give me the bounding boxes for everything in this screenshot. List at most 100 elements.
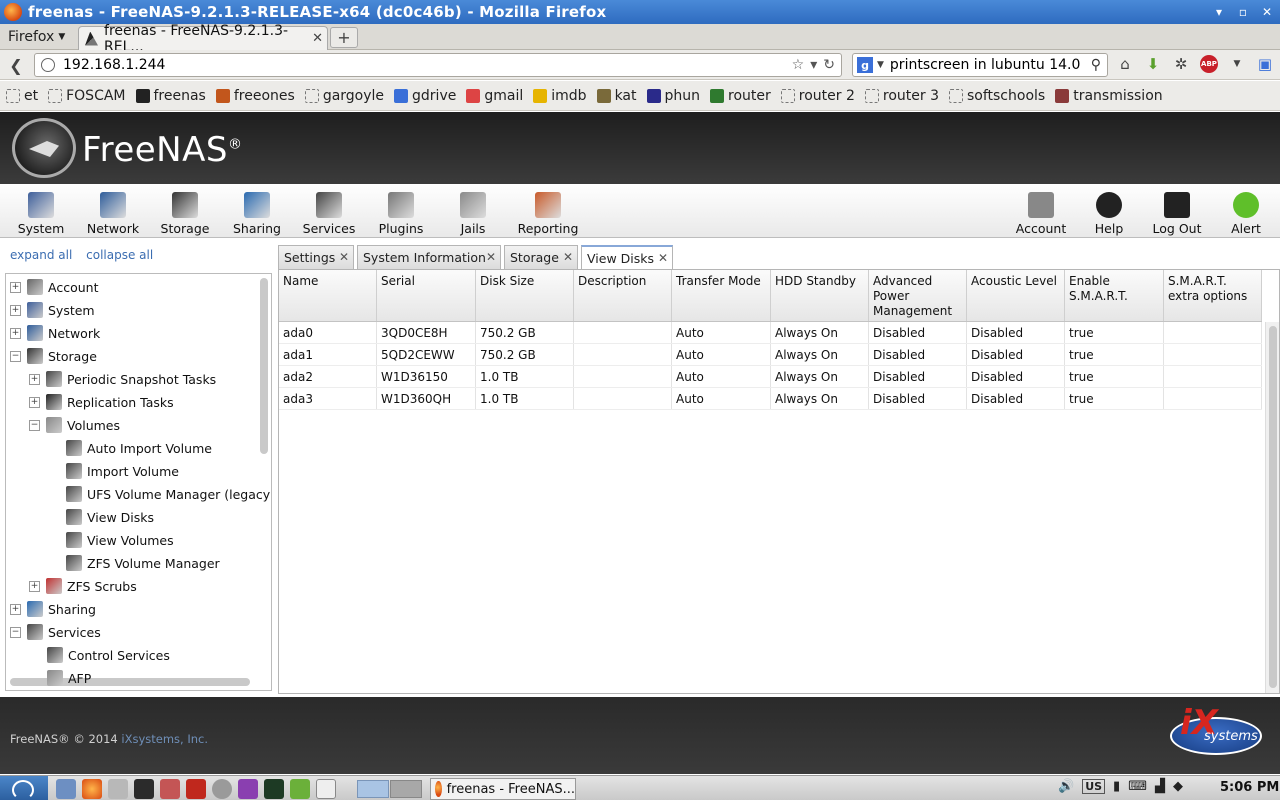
collapse-icon[interactable]: − [10, 626, 21, 638]
search-tool-icon[interactable] [108, 779, 128, 799]
expand-icon[interactable]: + [29, 396, 40, 408]
volume-icon[interactable]: 🔊 [1058, 779, 1074, 794]
bookmark-item[interactable]: kat [596, 88, 637, 104]
keyboard-icon[interactable]: ⌨ [1128, 779, 1147, 794]
expand-icon[interactable]: + [29, 373, 40, 385]
search-input[interactable] [889, 57, 1080, 73]
tab-view-disks[interactable]: View Disks ✕ [581, 245, 673, 270]
column-header[interactable]: S.M.A.R.T. extra options [1164, 270, 1262, 321]
tree-item[interactable]: Import Volume [66, 461, 179, 481]
collapse-all-link[interactable]: collapse all [86, 248, 153, 262]
expand-icon[interactable]: + [10, 327, 21, 339]
maximize-icon[interactable]: ▫ [1232, 2, 1254, 22]
bookmark-item[interactable]: freenas [135, 88, 206, 104]
bookmark-item[interactable]: transmission [1055, 88, 1163, 104]
bookmark-item[interactable]: gdrive [394, 88, 456, 104]
dropbox-icon[interactable]: ◆ [1173, 779, 1183, 794]
adblock-icon[interactable]: ABP [1200, 55, 1218, 73]
tree-item[interactable]: ZFS Volume Manager [66, 553, 220, 573]
column-header[interactable]: Name [279, 270, 377, 321]
bookmark-item[interactable]: gmail [466, 88, 523, 104]
firefox-launcher-icon[interactable] [82, 779, 102, 799]
tree-vertical-scrollbar[interactable] [260, 278, 268, 454]
table-row[interactable]: ada1 5QD2CEWW 750.2 GB Auto Always On Disable… [279, 344, 1262, 366]
system-monitor-icon[interactable] [264, 779, 284, 799]
expand-icon[interactable]: + [10, 304, 21, 316]
column-header[interactable]: Disk Size [476, 270, 574, 321]
url-input[interactable] [63, 57, 763, 73]
workspace-1[interactable] [357, 780, 389, 798]
tree-item[interactable]: + Network [10, 323, 100, 343]
file-manager-icon[interactable] [56, 779, 76, 799]
tree-item[interactable]: + Account [10, 277, 98, 297]
tree-item[interactable]: View Disks [66, 507, 154, 527]
workspace-2[interactable] [390, 780, 422, 798]
reload-icon[interactable]: ↻ [823, 57, 835, 73]
network-tool-icon[interactable] [290, 779, 310, 799]
toolbar-alert-button[interactable]: Alert [1224, 188, 1268, 236]
bookmark-item[interactable]: router [710, 88, 771, 104]
column-header[interactable]: Serial [377, 270, 476, 321]
tab-settings[interactable]: Settings ✕ [278, 245, 354, 269]
keyboard-layout[interactable]: US [1082, 779, 1106, 794]
tree-item[interactable]: + Sharing [10, 599, 96, 619]
toolbar-plugins-button[interactable]: Plugins [372, 188, 430, 236]
column-header[interactable]: Acoustic Level [967, 270, 1065, 321]
search-engine-dropdown-icon[interactable]: ▼ [877, 60, 884, 70]
bookmark-item[interactable]: FOSCAM [48, 88, 126, 104]
bookmark-item[interactable]: gargoyle [304, 88, 384, 104]
home-icon[interactable]: ⌂ [1116, 54, 1134, 74]
grid-scroll-thumb[interactable] [1269, 326, 1277, 688]
toolbar-jails-button[interactable]: Jails [444, 188, 502, 236]
bookmark-item[interactable]: softschools [948, 88, 1045, 104]
expand-icon[interactable]: + [29, 580, 40, 592]
bookmark-star-icon[interactable]: ☆ [792, 57, 805, 73]
tree-item[interactable]: − Services [10, 622, 101, 642]
extension-icon[interactable]: ▣ [1256, 54, 1274, 74]
close-tab-icon[interactable]: ✕ [486, 250, 496, 264]
tab-storage[interactable]: Storage ✕ [504, 245, 578, 269]
tree-item[interactable]: Control Services [47, 645, 170, 665]
grid-scrollbar[interactable] [1265, 322, 1279, 693]
text-editor-icon[interactable] [316, 779, 336, 799]
tree-item[interactable]: UFS Volume Manager (legacy) [66, 484, 271, 504]
bookmark-item[interactable]: router 3 [864, 88, 939, 104]
toolbar-sharing-button[interactable]: Sharing [228, 188, 286, 236]
close-tab-icon[interactable]: ✕ [339, 250, 349, 264]
minimize-icon[interactable]: ▾ [1208, 2, 1230, 22]
abp-dropdown-icon[interactable]: ▼ [1228, 54, 1246, 74]
terminal-icon[interactable] [134, 779, 154, 799]
tree-item[interactable]: − Storage [10, 346, 97, 366]
tree-item[interactable]: View Volumes [66, 530, 174, 550]
ixsystems-link[interactable]: iXsystems, Inc. [121, 732, 208, 746]
back-arrow-icon[interactable]: ❮ [6, 55, 26, 75]
search-bar[interactable]: g ▼ ⚲ [852, 53, 1108, 77]
calculator-icon[interactable] [160, 779, 180, 799]
tree-item[interactable]: + ZFS Scrubs [29, 576, 137, 596]
column-header[interactable]: Enable S.M.A.R.T. [1065, 270, 1164, 321]
column-header[interactable]: Transfer Mode [672, 270, 771, 321]
bookmark-item[interactable]: router 2 [780, 88, 855, 104]
search-icon[interactable]: ⚲ [1091, 57, 1101, 73]
browser-tab[interactable]: freenas - FreeNAS-9.2.1.3-REL... ✕ [78, 23, 328, 55]
column-header[interactable]: HDD Standby [771, 270, 869, 321]
table-row[interactable]: ada0 3QD0CE8H 750.2 GB Auto Always On Disable… [279, 322, 1262, 344]
table-row[interactable]: ada2 W1D36150 1.0 TB Auto Always On Disabled D… [279, 366, 1262, 388]
tree-horizontal-scrollbar[interactable] [10, 678, 250, 686]
start-menu-icon[interactable] [0, 776, 48, 800]
close-tab-icon[interactable]: ✕ [312, 31, 323, 46]
address-bar[interactable]: ☆ ▾ ↻ [34, 53, 842, 77]
history-dropdown-icon[interactable]: ▾ [810, 57, 817, 73]
close-tab-icon[interactable]: ✕ [563, 250, 573, 264]
tree-item[interactable]: − Volumes [29, 415, 120, 435]
toolbar-help-button[interactable]: Help [1086, 188, 1132, 236]
network-signal-icon[interactable]: ▟ [1155, 779, 1165, 794]
bookmark-item[interactable]: et [6, 88, 38, 104]
table-row[interactable]: ada3 W1D360QH 1.0 TB Auto Always On Disabled D… [279, 388, 1262, 410]
column-header[interactable]: Description [574, 270, 672, 321]
firefox-menu-button[interactable]: Firefox ▼ [0, 24, 76, 50]
toolbar-account-button[interactable]: Account [1012, 188, 1070, 236]
tab-system-information[interactable]: System Information ✕ [357, 245, 501, 269]
google-icon[interactable]: g [857, 57, 873, 73]
toolbar-storage-button[interactable]: Storage [156, 188, 214, 236]
